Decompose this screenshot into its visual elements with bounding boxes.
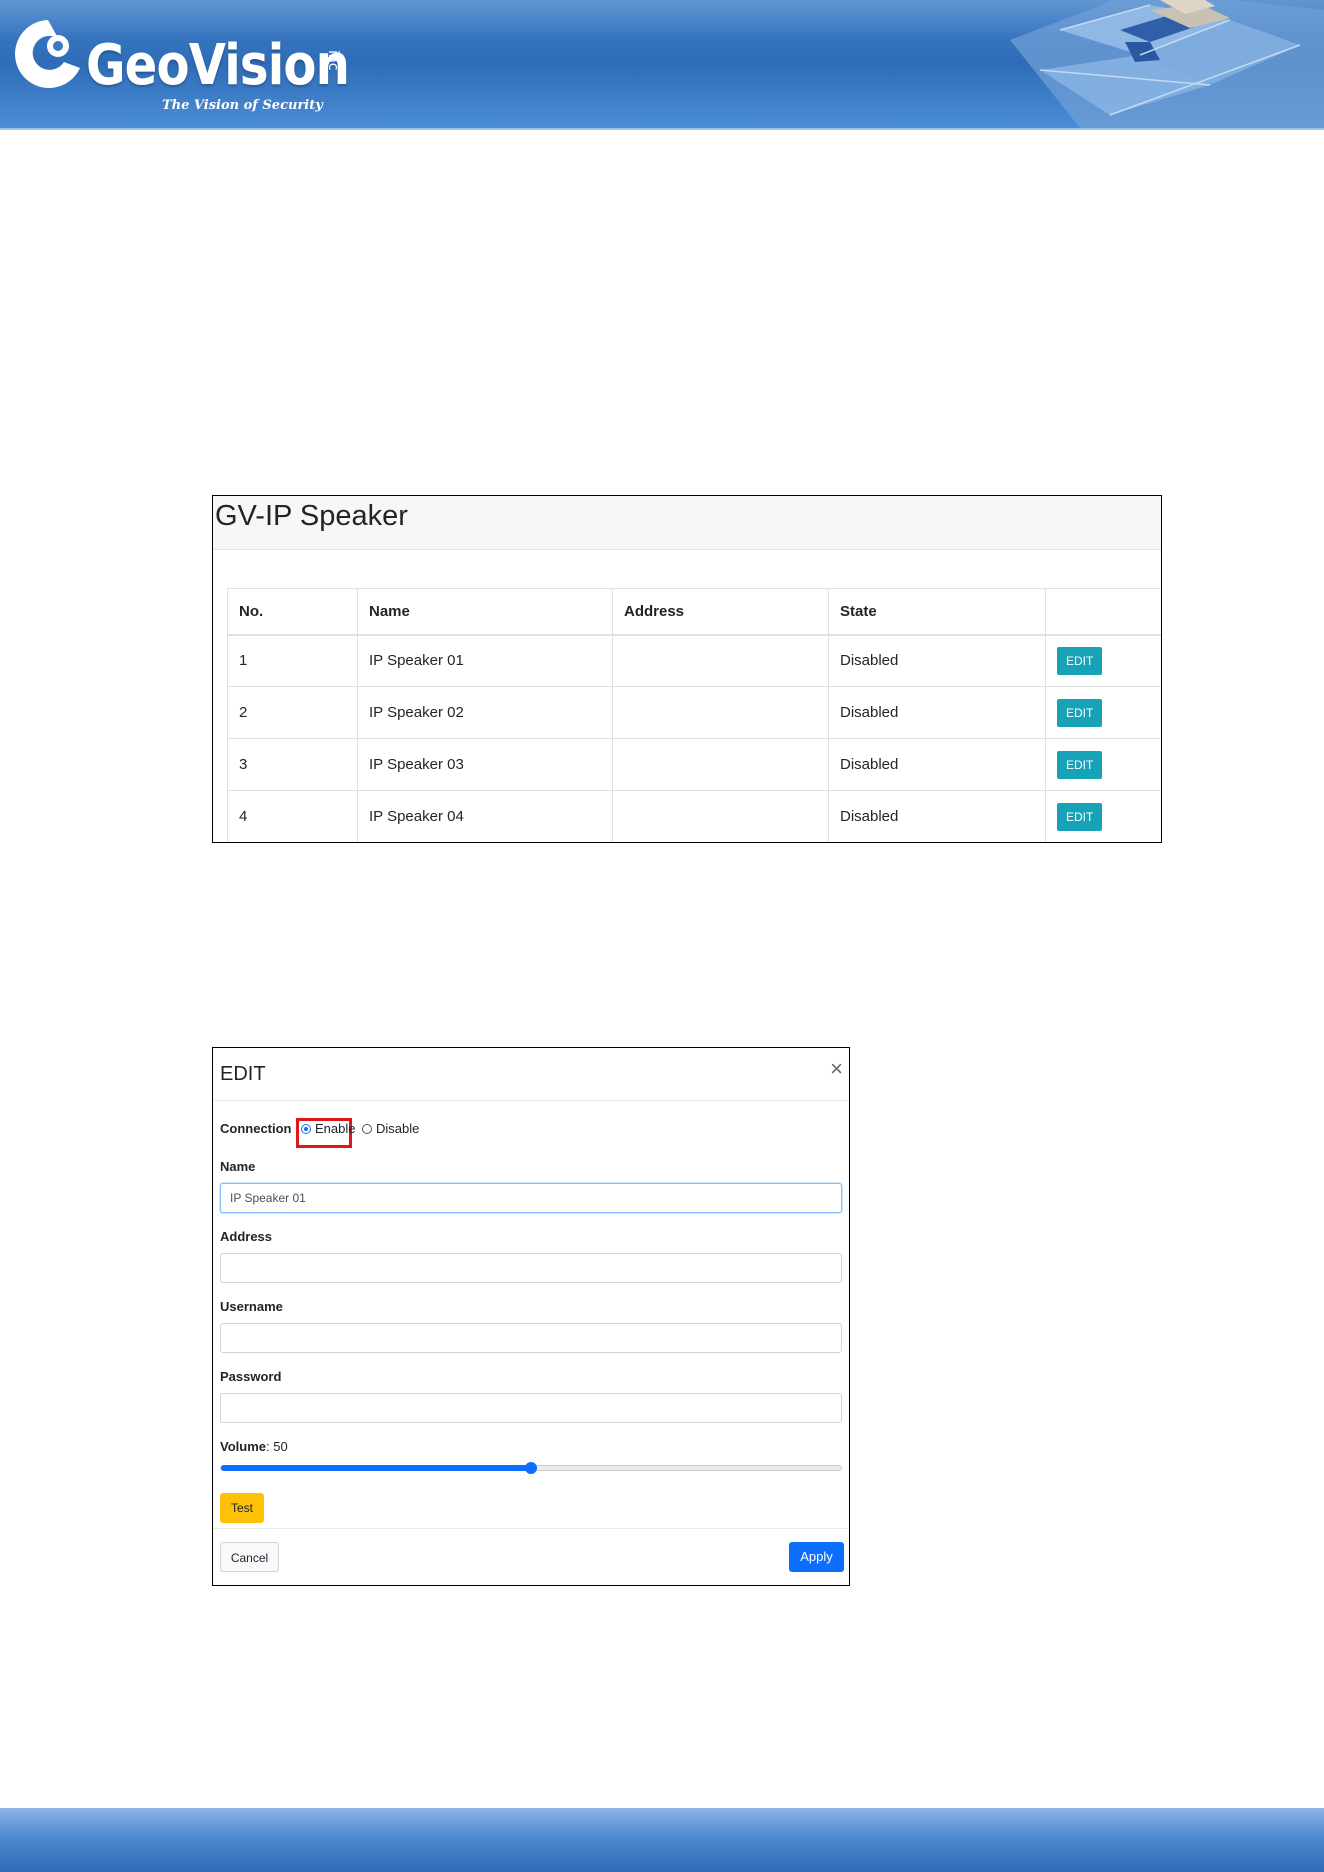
logo-inc: inc xyxy=(325,50,341,71)
column-header-name: Name xyxy=(357,588,613,636)
dialog-title: EDIT xyxy=(220,1063,266,1085)
close-icon[interactable]: × xyxy=(830,1058,843,1080)
volume-value: 50 xyxy=(273,1439,288,1454)
enable-radio[interactable] xyxy=(301,1124,311,1134)
address-field[interactable] xyxy=(220,1253,842,1283)
column-header-no: No. xyxy=(227,588,358,636)
cell-address xyxy=(612,738,829,791)
test-button[interactable]: Test xyxy=(220,1493,264,1523)
disable-radio-label[interactable]: Disable xyxy=(376,1121,419,1136)
cell-address xyxy=(612,790,829,842)
panel-title: GV-IP Speaker xyxy=(215,500,408,532)
speaker-table: No. Name Address State 1 IP Speaker 01 D… xyxy=(227,588,1161,842)
edit-button[interactable]: EDIT xyxy=(1057,646,1103,675)
logo-wordmark: GeoVision xyxy=(86,33,350,98)
table-row: 1 IP Speaker 01 Disabled EDIT xyxy=(227,634,1161,687)
table-row: 2 IP Speaker 02 Disabled EDIT xyxy=(227,686,1161,739)
dialog-footer: Cancel Apply xyxy=(213,1528,849,1586)
enable-radio-label[interactable]: Enable xyxy=(315,1121,355,1136)
puzzle-graphic xyxy=(1010,0,1324,128)
edit-button[interactable]: EDIT xyxy=(1057,750,1103,779)
cell-no: 3 xyxy=(227,738,358,791)
edit-dialog: EDIT × Connection Enable Disable Name IP… xyxy=(212,1047,850,1586)
cell-no: 1 xyxy=(227,634,358,687)
dialog-body: Connection Enable Disable Name IP Speake… xyxy=(213,1101,849,1523)
volume-slider-thumb[interactable] xyxy=(525,1462,537,1474)
speaker-list-panel: GV-IP Speaker No. Name Address State 1 I… xyxy=(212,495,1162,843)
connection-label: Connection xyxy=(220,1121,292,1136)
cell-action: EDIT xyxy=(1045,686,1161,739)
logo-tagline: The Vision of Security xyxy=(162,98,323,113)
panel-header: GV-IP Speaker xyxy=(213,496,1161,550)
password-field[interactable] xyxy=(220,1393,842,1423)
volume-slider[interactable] xyxy=(220,1462,842,1474)
cell-state: Disabled xyxy=(828,790,1046,842)
apply-button[interactable]: Apply xyxy=(789,1542,844,1572)
cell-action: EDIT xyxy=(1045,790,1161,842)
cell-state: Disabled xyxy=(828,634,1046,687)
cell-action: EDIT xyxy=(1045,634,1161,687)
address-label: Address xyxy=(220,1229,273,1244)
table-row: 3 IP Speaker 03 Disabled EDIT xyxy=(227,738,1161,791)
volume-slider-fill xyxy=(221,1465,531,1471)
edit-button[interactable]: EDIT xyxy=(1057,698,1103,727)
name-field[interactable]: IP Speaker 01 xyxy=(220,1183,842,1213)
header-banner: GeoVision inc The Vision of Security xyxy=(0,0,1324,130)
cell-state: Disabled xyxy=(828,738,1046,791)
disable-radio[interactable] xyxy=(362,1124,372,1134)
cancel-button[interactable]: Cancel xyxy=(220,1542,279,1572)
cell-state: Disabled xyxy=(828,686,1046,739)
name-label: Name xyxy=(220,1159,256,1174)
column-header-state: State xyxy=(828,588,1046,636)
cell-action: EDIT xyxy=(1045,738,1161,791)
column-header-address: Address xyxy=(612,588,829,636)
dialog-header: EDIT × xyxy=(213,1048,849,1101)
footer-banner xyxy=(0,1808,1324,1872)
column-header-action xyxy=(1045,588,1161,636)
password-label: Password xyxy=(220,1369,282,1384)
username-field[interactable] xyxy=(220,1323,842,1353)
table-row: 4 IP Speaker 04 Disabled EDIT xyxy=(227,790,1161,842)
geovision-logo-icon xyxy=(15,20,80,88)
cell-no: 2 xyxy=(227,686,358,739)
cell-name: IP Speaker 01 xyxy=(357,634,613,687)
edit-button[interactable]: EDIT xyxy=(1057,802,1103,831)
cell-name: IP Speaker 03 xyxy=(357,738,613,791)
volume-label-text: Volume xyxy=(220,1439,266,1454)
cell-address xyxy=(612,634,829,687)
cell-address xyxy=(612,686,829,739)
table-header-row: No. Name Address State xyxy=(227,588,1161,636)
volume-label: Volume: 50 xyxy=(220,1439,288,1454)
username-label: Username xyxy=(220,1299,283,1314)
geovision-logo: GeoVision inc The Vision of Security xyxy=(10,14,350,119)
cell-name: IP Speaker 02 xyxy=(357,686,613,739)
cell-name: IP Speaker 04 xyxy=(357,790,613,842)
cell-no: 4 xyxy=(227,790,358,842)
